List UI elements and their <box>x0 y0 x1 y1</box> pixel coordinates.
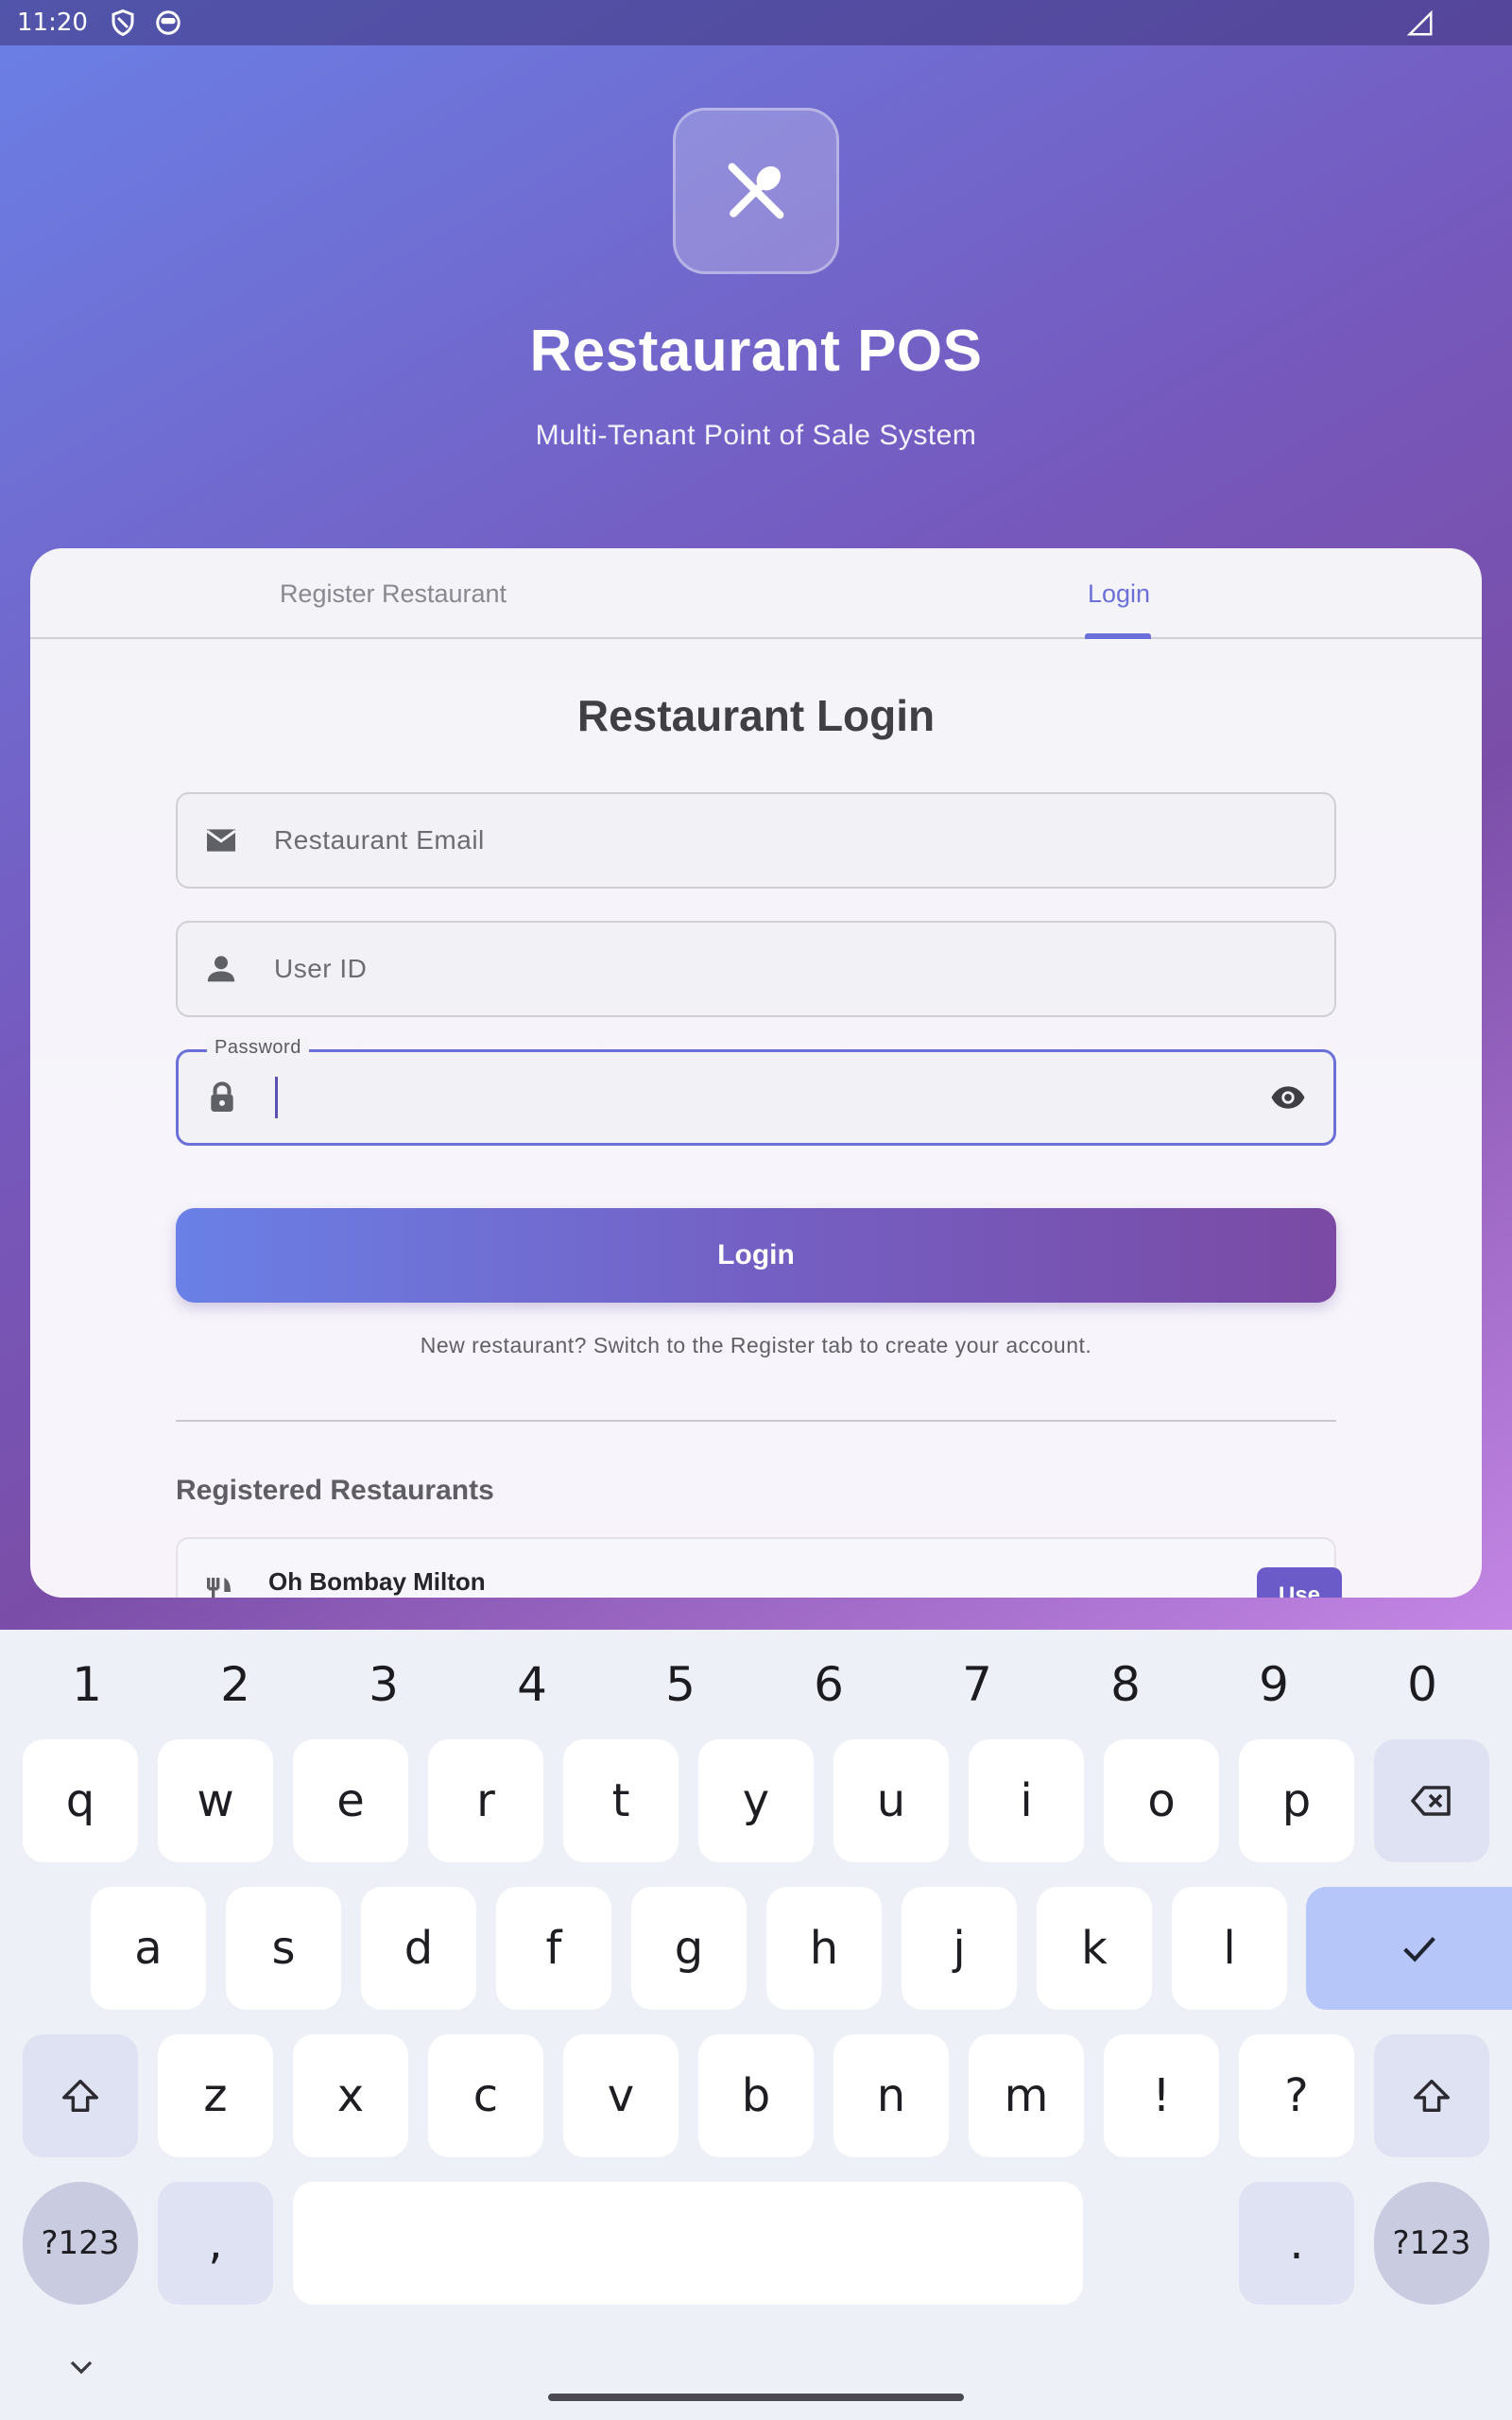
key-a[interactable]: a <box>91 1887 206 2010</box>
app-title: Restaurant POS <box>529 319 983 384</box>
checkmark-icon <box>1403 1937 1435 1962</box>
tab-register-restaurant[interactable]: Register Restaurant <box>30 548 756 639</box>
app-logo <box>673 108 839 274</box>
app-subtitle: Multi-Tenant Point of Sale System <box>535 420 977 451</box>
key-z[interactable]: z <box>158 2034 273 2157</box>
key-o[interactable]: o <box>1104 1739 1219 1862</box>
section-divider <box>176 1420 1336 1422</box>
lock-icon <box>211 1081 233 1112</box>
register-hint-text: New restaurant? Switch to the Register t… <box>420 1333 1092 1357</box>
key-exclamation[interactable]: ! <box>1104 2034 1219 2157</box>
key-3[interactable]: 3 <box>327 1647 440 1722</box>
key-y[interactable]: y <box>698 1739 814 1862</box>
key-p[interactable]: p <box>1239 1739 1354 1862</box>
tab-bar: Register Restaurant Login <box>30 548 1482 639</box>
shift-icon <box>62 2079 98 2113</box>
key-i[interactable]: i <box>969 1739 1084 1862</box>
restaurant-name: Oh Bombay Milton <box>268 1567 486 1596</box>
key-q[interactable]: q <box>23 1739 138 1862</box>
user-id-input[interactable] <box>274 954 1334 984</box>
registered-restaurants-title: Registered Restaurants <box>176 1475 494 1506</box>
key-e[interactable]: e <box>293 1739 408 1862</box>
key-n[interactable]: n <box>833 2034 949 2157</box>
enter-key[interactable] <box>1306 1887 1512 2010</box>
restaurant-cutlery-icon <box>728 163 784 219</box>
backspace-key[interactable] <box>1374 1739 1489 1862</box>
key-1[interactable]: 1 <box>30 1647 144 1722</box>
key-u[interactable]: u <box>833 1739 949 1862</box>
text-cursor <box>275 1077 278 1118</box>
eye-icon <box>1271 1086 1305 1109</box>
password-field[interactable]: Password <box>176 1037 1336 1146</box>
shift-key-left[interactable] <box>23 2034 138 2157</box>
key-v[interactable]: v <box>563 2034 679 2157</box>
key-s[interactable]: s <box>226 1887 341 2010</box>
use-restaurant-button[interactable]: Use <box>1257 1567 1342 1598</box>
space-key[interactable] <box>293 2182 1083 2305</box>
key-g[interactable]: g <box>631 1887 747 2010</box>
key-7[interactable]: 7 <box>920 1647 1034 1722</box>
key-4[interactable]: 4 <box>475 1647 589 1722</box>
key-5[interactable]: 5 <box>624 1647 737 1722</box>
restaurant-icon <box>207 1578 231 1598</box>
password-label: Password <box>207 1037 309 1059</box>
signal-icon <box>1406 9 1433 36</box>
user-id-field[interactable] <box>176 921 1336 1017</box>
auth-card: Register Restaurant Login Restaurant Log… <box>30 548 1482 1598</box>
on-screen-keyboard: 1 2 3 4 5 6 7 8 9 0 q w e r t y u i o p … <box>0 1630 1512 2420</box>
email-icon <box>206 829 236 852</box>
key-c[interactable]: c <box>428 2034 543 2157</box>
key-t[interactable]: t <box>563 1739 679 1862</box>
key-h[interactable]: h <box>766 1887 882 2010</box>
key-6[interactable]: 6 <box>772 1647 885 1722</box>
app-background: 11:20 Restaurant POS Multi-Tenant Point … <box>0 0 1512 1630</box>
key-f[interactable]: f <box>496 1887 611 2010</box>
toggle-password-visibility-button[interactable] <box>1267 1077 1309 1118</box>
shield-icon <box>112 9 134 37</box>
status-time: 11:20 <box>17 9 88 37</box>
restaurant-list-item[interactable]: Oh Bombay Milton Use <box>176 1537 1342 1598</box>
person-icon <box>207 956 235 982</box>
key-k[interactable]: k <box>1037 1887 1152 2010</box>
tab-login[interactable]: Login <box>756 548 1482 639</box>
key-j[interactable]: j <box>902 1887 1017 2010</box>
symbols-key-right[interactable]: ?123 <box>1374 2182 1489 2305</box>
key-period[interactable]: . <box>1239 2182 1354 2305</box>
key-9[interactable]: 9 <box>1217 1647 1331 1722</box>
key-comma[interactable]: , <box>158 2182 273 2305</box>
key-b[interactable]: b <box>698 2034 814 2157</box>
face-icon <box>156 10 180 35</box>
home-gesture-bar[interactable] <box>548 2394 964 2401</box>
key-l[interactable]: l <box>1172 1887 1287 2010</box>
active-tab-indicator <box>1085 633 1151 639</box>
key-w[interactable]: w <box>158 1739 273 1862</box>
key-x[interactable]: x <box>293 2034 408 2157</box>
key-2[interactable]: 2 <box>179 1647 292 1722</box>
restaurant-email-input[interactable] <box>274 825 1334 856</box>
key-r[interactable]: r <box>428 1739 543 1862</box>
key-m[interactable]: m <box>969 2034 1084 2157</box>
symbols-key-left[interactable]: ?123 <box>23 2182 138 2305</box>
key-0[interactable]: 0 <box>1366 1647 1479 1722</box>
key-d[interactable]: d <box>361 1887 476 2010</box>
shift-key-right[interactable] <box>1374 2034 1489 2157</box>
key-8[interactable]: 8 <box>1069 1647 1182 1722</box>
key-question[interactable]: ? <box>1239 2034 1354 2157</box>
form-title: Restaurant Login <box>576 691 936 740</box>
restaurant-email-field[interactable] <box>176 792 1336 889</box>
shift-icon <box>1414 2079 1450 2113</box>
login-button[interactable]: Login <box>176 1208 1336 1303</box>
collapse-keyboard-chevron-down-icon[interactable] <box>62 2348 100 2386</box>
status-bar: 11:20 <box>0 0 1512 45</box>
backspace-icon <box>1411 1786 1451 1816</box>
